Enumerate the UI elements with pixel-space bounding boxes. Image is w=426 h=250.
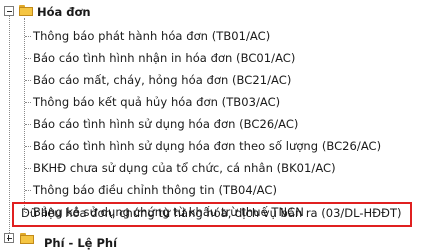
tree-item[interactable]: Báo cáo tình hình nhận in hóa đơn (BC01/… [33, 51, 295, 66]
tree-connector [25, 124, 31, 125]
tree-connector [25, 190, 31, 191]
tree-item[interactable]: Thông báo điều chỉnh thông tin (TB04/AC) [33, 183, 277, 198]
expand-toggle-icon[interactable] [4, 233, 14, 243]
selected-tree-item[interactable]: Dữ liệu hóa đơn, chứng từ hàng hóa, dịch… [21, 206, 401, 220]
tree-item-label: BKHĐ chưa sử dụng của tổ chức, cá nhân (… [33, 161, 336, 175]
tree-item-label: Báo cáo tình hình sử dụng hóa đơn (BC26/… [33, 117, 299, 131]
tree-item-label: Báo cáo mất, cháy, hỏng hóa đơn (BC21/AC… [33, 73, 292, 87]
tree-item-label: Thông báo phát hành hóa đơn (TB01/AC) [33, 29, 271, 43]
section-label-hoa-don[interactable]: Hóa đơn [37, 5, 91, 19]
tree-connector [25, 58, 31, 59]
tree-guide-line [24, 18, 25, 212]
folder-icon [19, 5, 33, 16]
tree-connector [25, 168, 31, 169]
collapse-toggle-icon[interactable] [4, 6, 14, 16]
tree-item[interactable]: Thông báo kết quả hủy hóa đơn (TB03/AC) [33, 95, 280, 110]
tree-view: Hóa đơn Thông báo phát hành hóa đơn (TB0… [0, 0, 426, 250]
tree-item-label: Thông báo kết quả hủy hóa đơn (TB03/AC) [33, 95, 281, 109]
tree-item[interactable]: Báo cáo mất, cháy, hỏng hóa đơn (BC21/AC… [33, 73, 291, 88]
tree-connector [25, 36, 31, 37]
tree-item-label: Thông báo điều chỉnh thông tin (TB04/AC) [33, 183, 277, 197]
tree-item[interactable]: Báo cáo tình hình sử dụng hóa đơn theo s… [33, 139, 381, 154]
tree-item-label: Báo cáo tình hình nhận in hóa đơn (BC01/… [33, 51, 296, 65]
tree-connector [25, 146, 31, 147]
tree-item-label: Báo cáo tình hình sử dụng hóa đơn theo s… [33, 139, 382, 153]
tree-item[interactable]: BKHĐ chưa sử dụng của tổ chức, cá nhân (… [33, 161, 336, 176]
tree-guide-line [9, 16, 10, 233]
folder-icon [20, 233, 34, 244]
tree-item[interactable]: Báo cáo tình hình sử dụng hóa đơn (BC26/… [33, 117, 298, 132]
tree-connector [25, 80, 31, 81]
tree-connector [25, 102, 31, 103]
tree-item[interactable]: Thông báo phát hành hóa đơn (TB01/AC) [33, 29, 270, 44]
section-label-phi-le-phi[interactable]: Phí - Lệ Phí [44, 236, 117, 250]
